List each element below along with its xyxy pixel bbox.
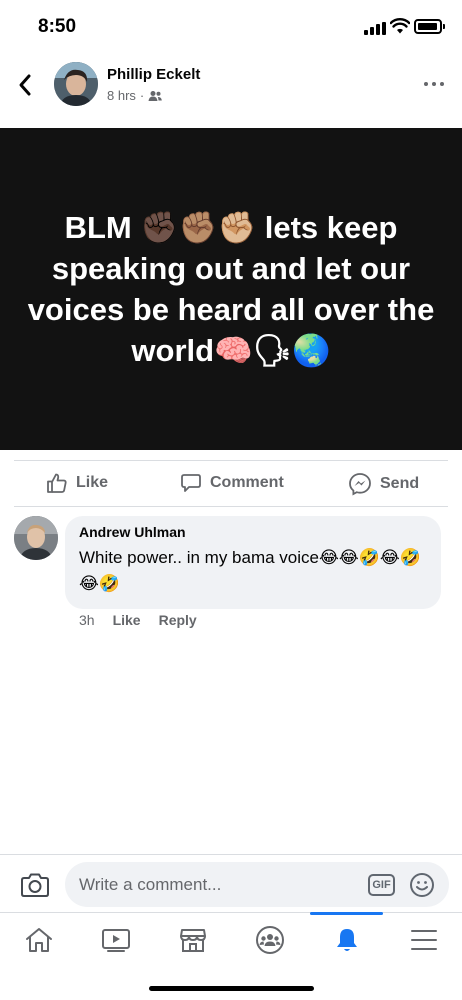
post-header: Phillip Eckelt 8 hrs · <box>0 54 462 128</box>
post-time[interactable]: 8 hrs <box>107 88 136 103</box>
post-action-bar: Like Comment Send <box>0 462 462 506</box>
menu-icon <box>410 930 437 950</box>
home-indicator[interactable] <box>149 986 314 991</box>
comment-author[interactable]: Andrew Uhlman <box>79 524 427 540</box>
status-time: 8:50 <box>38 16 77 37</box>
bottom-tab-bar <box>0 912 462 966</box>
friends-icon <box>148 90 163 101</box>
post-meta: 8 hrs · <box>107 88 163 103</box>
divider <box>14 506 448 507</box>
back-icon[interactable] <box>14 72 38 98</box>
gif-icon[interactable]: GIF <box>368 874 395 896</box>
camera-icon[interactable] <box>20 871 50 899</box>
like-button[interactable]: Like <box>46 472 108 494</box>
comment-label: Comment <box>210 474 284 491</box>
comment-icon <box>181 474 201 492</box>
divider <box>14 460 448 461</box>
send-button[interactable]: Send <box>348 472 419 496</box>
comment-text: White power.. in my bama voice😂😂🤣😂🤣😂🤣 <box>79 548 421 593</box>
like-label: Like <box>76 474 109 491</box>
comment-button[interactable]: Comment <box>180 472 284 494</box>
tab-menu[interactable] <box>385 913 462 967</box>
author-name[interactable]: Phillip Eckelt <box>107 66 200 83</box>
marketplace-icon <box>179 929 206 952</box>
messenger-icon <box>349 473 371 496</box>
meta-separator: · <box>139 88 145 103</box>
post-card: BLM ✊🏿✊🏽✊🏼 lets keep speaking out and le… <box>0 128 462 450</box>
tab-groups[interactable] <box>231 913 308 967</box>
home-icon <box>25 928 52 952</box>
tab-watch[interactable] <box>77 913 154 967</box>
comment-composer: GIF <box>0 854 462 914</box>
tab-home[interactable] <box>0 913 77 967</box>
emoji-icon[interactable] <box>409 872 435 898</box>
comment-actions: 3h Like Reply <box>79 612 197 628</box>
tab-marketplace[interactable] <box>154 913 231 967</box>
wifi-icon <box>390 18 410 34</box>
tab-notifications[interactable] <box>308 912 385 967</box>
send-label: Send <box>380 475 420 492</box>
watch-icon <box>101 929 130 952</box>
comment-time: 3h <box>79 612 95 628</box>
like-icon <box>47 473 67 493</box>
post-text: BLM ✊🏿✊🏽✊🏼 lets keep speaking out and le… <box>27 210 435 368</box>
comment-like-link[interactable]: Like <box>113 612 141 628</box>
groups-icon <box>255 926 284 954</box>
author-avatar[interactable] <box>54 62 98 106</box>
notifications-icon <box>336 929 357 951</box>
comment-bubble[interactable]: Andrew Uhlman White power.. in my bama v… <box>65 516 441 609</box>
cellular-signal-icon <box>364 22 386 35</box>
more-options-icon[interactable] <box>422 80 446 88</box>
status-bar: 8:50 <box>0 0 462 54</box>
comment-reply-link[interactable]: Reply <box>159 612 197 628</box>
battery-icon <box>414 19 445 34</box>
comment-author-avatar[interactable] <box>14 516 58 560</box>
